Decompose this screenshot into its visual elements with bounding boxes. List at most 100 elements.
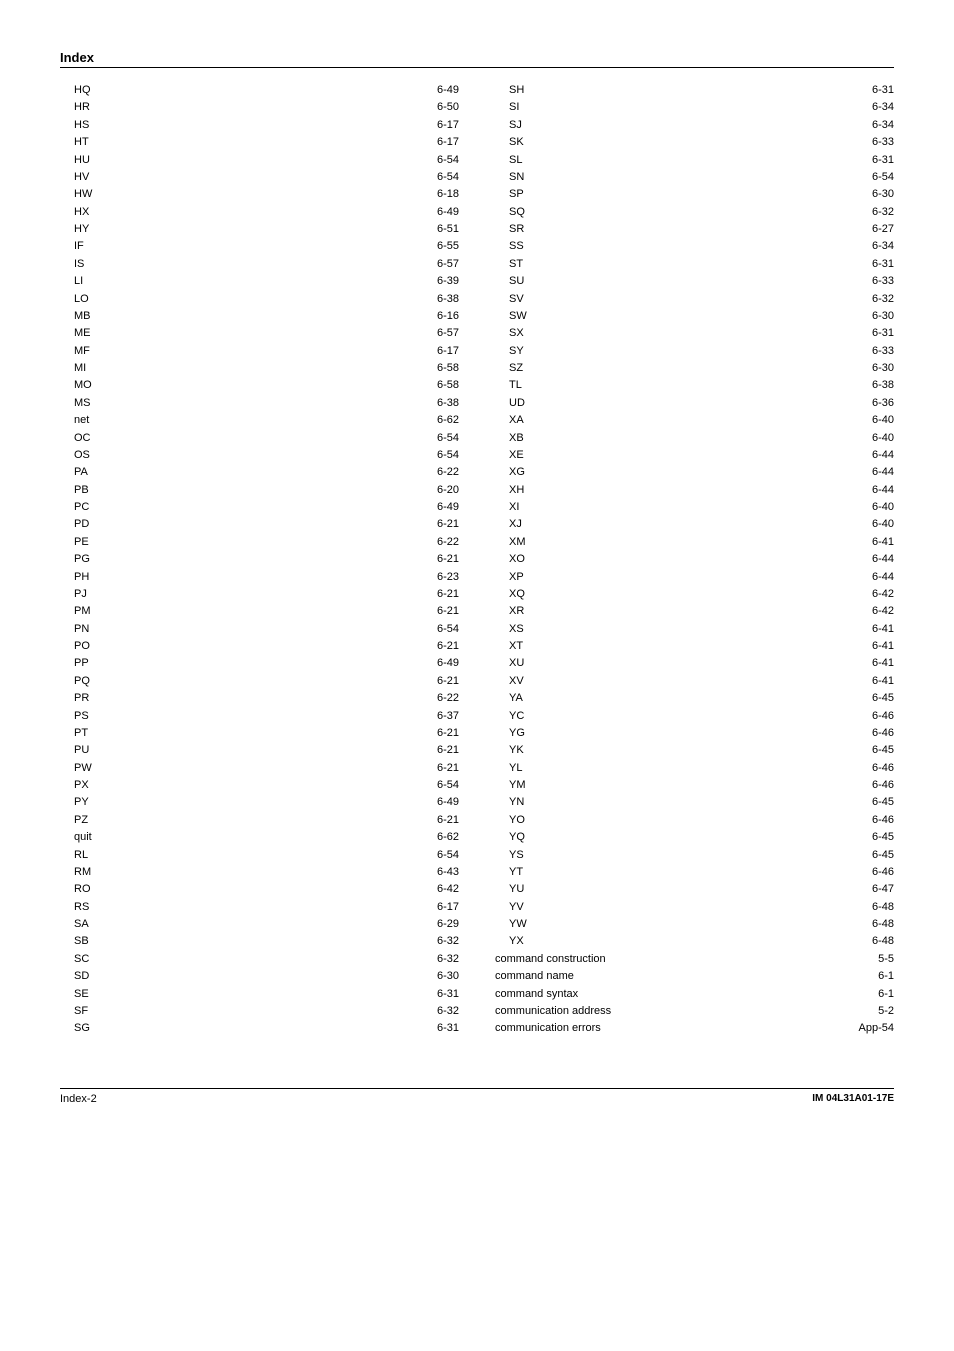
index-page: 6-57 bbox=[435, 256, 459, 273]
index-entry: OC6-54 bbox=[60, 430, 459, 447]
index-column-left: HQ6-49HR6-50HS6-17HT6-17HU6-54HV6-54HW6-… bbox=[60, 82, 459, 1038]
page-footer: Index-2 IM 04L31A01-17E bbox=[60, 1088, 894, 1105]
index-page: 6-17 bbox=[435, 134, 459, 151]
index-term: YG bbox=[509, 725, 525, 742]
index-entry: command name6-1 bbox=[495, 968, 894, 985]
index-term: MI bbox=[74, 360, 86, 377]
index-page: 6-40 bbox=[870, 499, 894, 516]
index-term: XV bbox=[509, 673, 524, 690]
index-entry: SG6-31 bbox=[60, 1020, 459, 1037]
index-term: RL bbox=[74, 847, 88, 864]
index-term: YQ bbox=[509, 829, 525, 846]
index-entry: IF6-55 bbox=[60, 238, 459, 255]
index-page: 6-21 bbox=[435, 586, 459, 603]
index-entry: XV6-41 bbox=[495, 673, 894, 690]
index-page: 6-30 bbox=[435, 968, 459, 985]
index-page: 6-47 bbox=[870, 881, 894, 898]
index-page: 6-44 bbox=[870, 464, 894, 481]
index-term: XT bbox=[509, 638, 523, 655]
index-page: 6-30 bbox=[870, 360, 894, 377]
index-term: SA bbox=[74, 916, 89, 933]
index-term: XO bbox=[509, 551, 525, 568]
index-entry: OS6-54 bbox=[60, 447, 459, 464]
index-entry: SF6-32 bbox=[60, 1003, 459, 1020]
index-page: 6-22 bbox=[435, 534, 459, 551]
index-page: 6-1 bbox=[876, 986, 894, 1003]
index-entry: PQ6-21 bbox=[60, 673, 459, 690]
index-term: PA bbox=[74, 464, 88, 481]
index-page: 6-41 bbox=[870, 638, 894, 655]
index-term: IF bbox=[74, 238, 84, 255]
index-page: 6-45 bbox=[870, 847, 894, 864]
index-entry: command syntax6-1 bbox=[495, 986, 894, 1003]
index-term: PR bbox=[74, 690, 89, 707]
index-page: 6-31 bbox=[870, 256, 894, 273]
index-page: 6-45 bbox=[870, 690, 894, 707]
index-entry: XP6-44 bbox=[495, 569, 894, 586]
index-term: ST bbox=[509, 256, 523, 273]
index-term: quit bbox=[74, 829, 92, 846]
index-entry: PZ6-21 bbox=[60, 812, 459, 829]
index-entry: LO6-38 bbox=[60, 291, 459, 308]
index-term: RO bbox=[74, 881, 91, 898]
index-entry: XO 6-44 bbox=[495, 551, 894, 568]
index-page: 6-39 bbox=[435, 273, 459, 290]
index-page: 6-45 bbox=[870, 742, 894, 759]
index-page: 6-17 bbox=[435, 343, 459, 360]
footer-page-number: Index-2 bbox=[60, 1093, 97, 1105]
index-page: 6-20 bbox=[435, 482, 459, 499]
index-entry: SL6-31 bbox=[495, 152, 894, 169]
index-term: PM bbox=[74, 603, 91, 620]
index-entry: IS6-57 bbox=[60, 256, 459, 273]
index-entry: MB6-16 bbox=[60, 308, 459, 325]
index-page: 6-54 bbox=[435, 430, 459, 447]
index-entry: ST 6-31 bbox=[495, 256, 894, 273]
index-term: HR bbox=[74, 99, 90, 116]
index-page: 5-2 bbox=[876, 1003, 894, 1020]
index-term: YA bbox=[509, 690, 523, 707]
index-page: 6-16 bbox=[435, 308, 459, 325]
index-page: 6-18 bbox=[435, 186, 459, 203]
index-page: 6-58 bbox=[435, 377, 459, 394]
index-entry: SS6-34 bbox=[495, 238, 894, 255]
index-page: 6-46 bbox=[870, 777, 894, 794]
index-term: PT bbox=[74, 725, 88, 742]
index-term: PB bbox=[74, 482, 89, 499]
index-term: YC bbox=[509, 708, 524, 725]
index-page: 6-46 bbox=[870, 708, 894, 725]
index-term: XQ bbox=[509, 586, 525, 603]
index-entry: SH6-31 bbox=[495, 82, 894, 99]
index-term: TL bbox=[509, 377, 522, 394]
index-term: SL bbox=[509, 152, 522, 169]
index-page: 6-49 bbox=[435, 82, 459, 99]
index-entry: MI6-58 bbox=[60, 360, 459, 377]
index-page: 6-44 bbox=[870, 551, 894, 568]
index-page: 6-54 bbox=[870, 169, 894, 186]
index-entry: HY6-51 bbox=[60, 221, 459, 238]
index-entry: RL6-54 bbox=[60, 847, 459, 864]
index-page: 6-21 bbox=[435, 742, 459, 759]
index-entry: PH6-23 bbox=[60, 569, 459, 586]
index-page: 6-62 bbox=[435, 829, 459, 846]
index-page: 6-51 bbox=[435, 221, 459, 238]
index-entry: SP6-30 bbox=[495, 186, 894, 203]
index-page: 6-48 bbox=[870, 899, 894, 916]
index-entry: XM6-41 bbox=[495, 534, 894, 551]
index-page: 6-32 bbox=[435, 1003, 459, 1020]
index-entry: YX6-48 bbox=[495, 933, 894, 950]
page-title: Index bbox=[60, 50, 94, 65]
index-term: YN bbox=[509, 794, 524, 811]
index-entry: YV6-48 bbox=[495, 899, 894, 916]
index-entry: RS6-17 bbox=[60, 899, 459, 916]
index-entry: PS6-37 bbox=[60, 708, 459, 725]
index-term: XE bbox=[509, 447, 524, 464]
index-term: XB bbox=[509, 430, 524, 447]
index-entry: HV6-54 bbox=[60, 169, 459, 186]
index-term: XU bbox=[509, 655, 524, 672]
index-term: SY bbox=[509, 343, 524, 360]
index-term: RM bbox=[74, 864, 91, 881]
index-term: SR bbox=[509, 221, 524, 238]
index-entry: UD6-36 bbox=[495, 395, 894, 412]
index-page: 5-5 bbox=[876, 951, 894, 968]
index-page: 6-44 bbox=[870, 482, 894, 499]
